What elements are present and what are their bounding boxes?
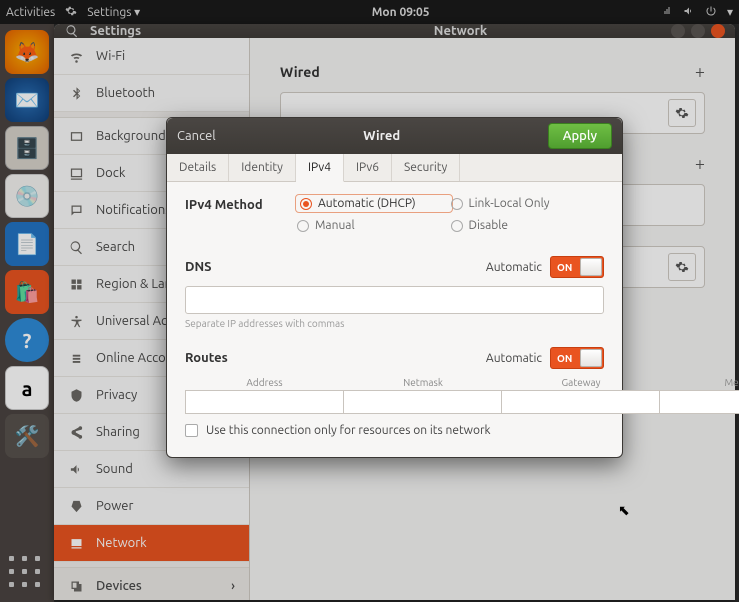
dns-automatic-label: Automatic (486, 261, 542, 274)
route-header-netmask: Netmask (344, 377, 502, 390)
route-header-metric: Metric (660, 377, 739, 390)
route-header-address: Address (185, 377, 344, 390)
tab-ipv4[interactable]: IPv4 (296, 154, 344, 182)
cancel-button[interactable]: Cancel (177, 129, 216, 143)
dns-automatic-switch[interactable]: ON (550, 256, 604, 278)
radio-dhcp[interactable]: Automatic (DHCP) (297, 196, 451, 211)
tab-security[interactable]: Security (392, 154, 460, 181)
route-metric-input[interactable] (660, 390, 739, 414)
radio-manual[interactable]: Manual (297, 219, 451, 232)
route-header-gateway: Gateway (502, 377, 660, 390)
tab-ipv6[interactable]: IPv6 (344, 154, 392, 181)
dialog-title: Wired (216, 129, 548, 143)
route-netmask-input[interactable] (344, 390, 502, 414)
apply-button[interactable]: Apply (548, 123, 612, 149)
ipv4-method-label: IPv4 Method (185, 196, 297, 212)
routes-automatic-label: Automatic (486, 352, 542, 365)
radio-linklocal[interactable]: Link-Local Only (451, 196, 605, 211)
route-gateway-input[interactable] (502, 390, 660, 414)
tab-identity[interactable]: Identity (229, 154, 296, 181)
dialog-tabs: Details Identity IPv4 IPv6 Security (167, 154, 622, 182)
route-address-input[interactable] (185, 390, 344, 414)
connection-editor-dialog: Cancel Wired Apply Details Identity IPv4… (166, 117, 623, 458)
routes-automatic-switch[interactable]: ON (550, 347, 604, 369)
dns-label: DNS (185, 260, 212, 274)
resources-only-checkbox[interactable]: Use this connection only for resources o… (185, 424, 604, 437)
radio-disable[interactable]: Disable (451, 219, 605, 232)
dialog-titlebar: Cancel Wired Apply (167, 118, 622, 154)
dns-hint: Separate IP addresses with commas (185, 318, 604, 329)
routes-label: Routes (185, 351, 228, 365)
tab-details[interactable]: Details (167, 154, 229, 181)
dns-input[interactable] (185, 286, 604, 314)
